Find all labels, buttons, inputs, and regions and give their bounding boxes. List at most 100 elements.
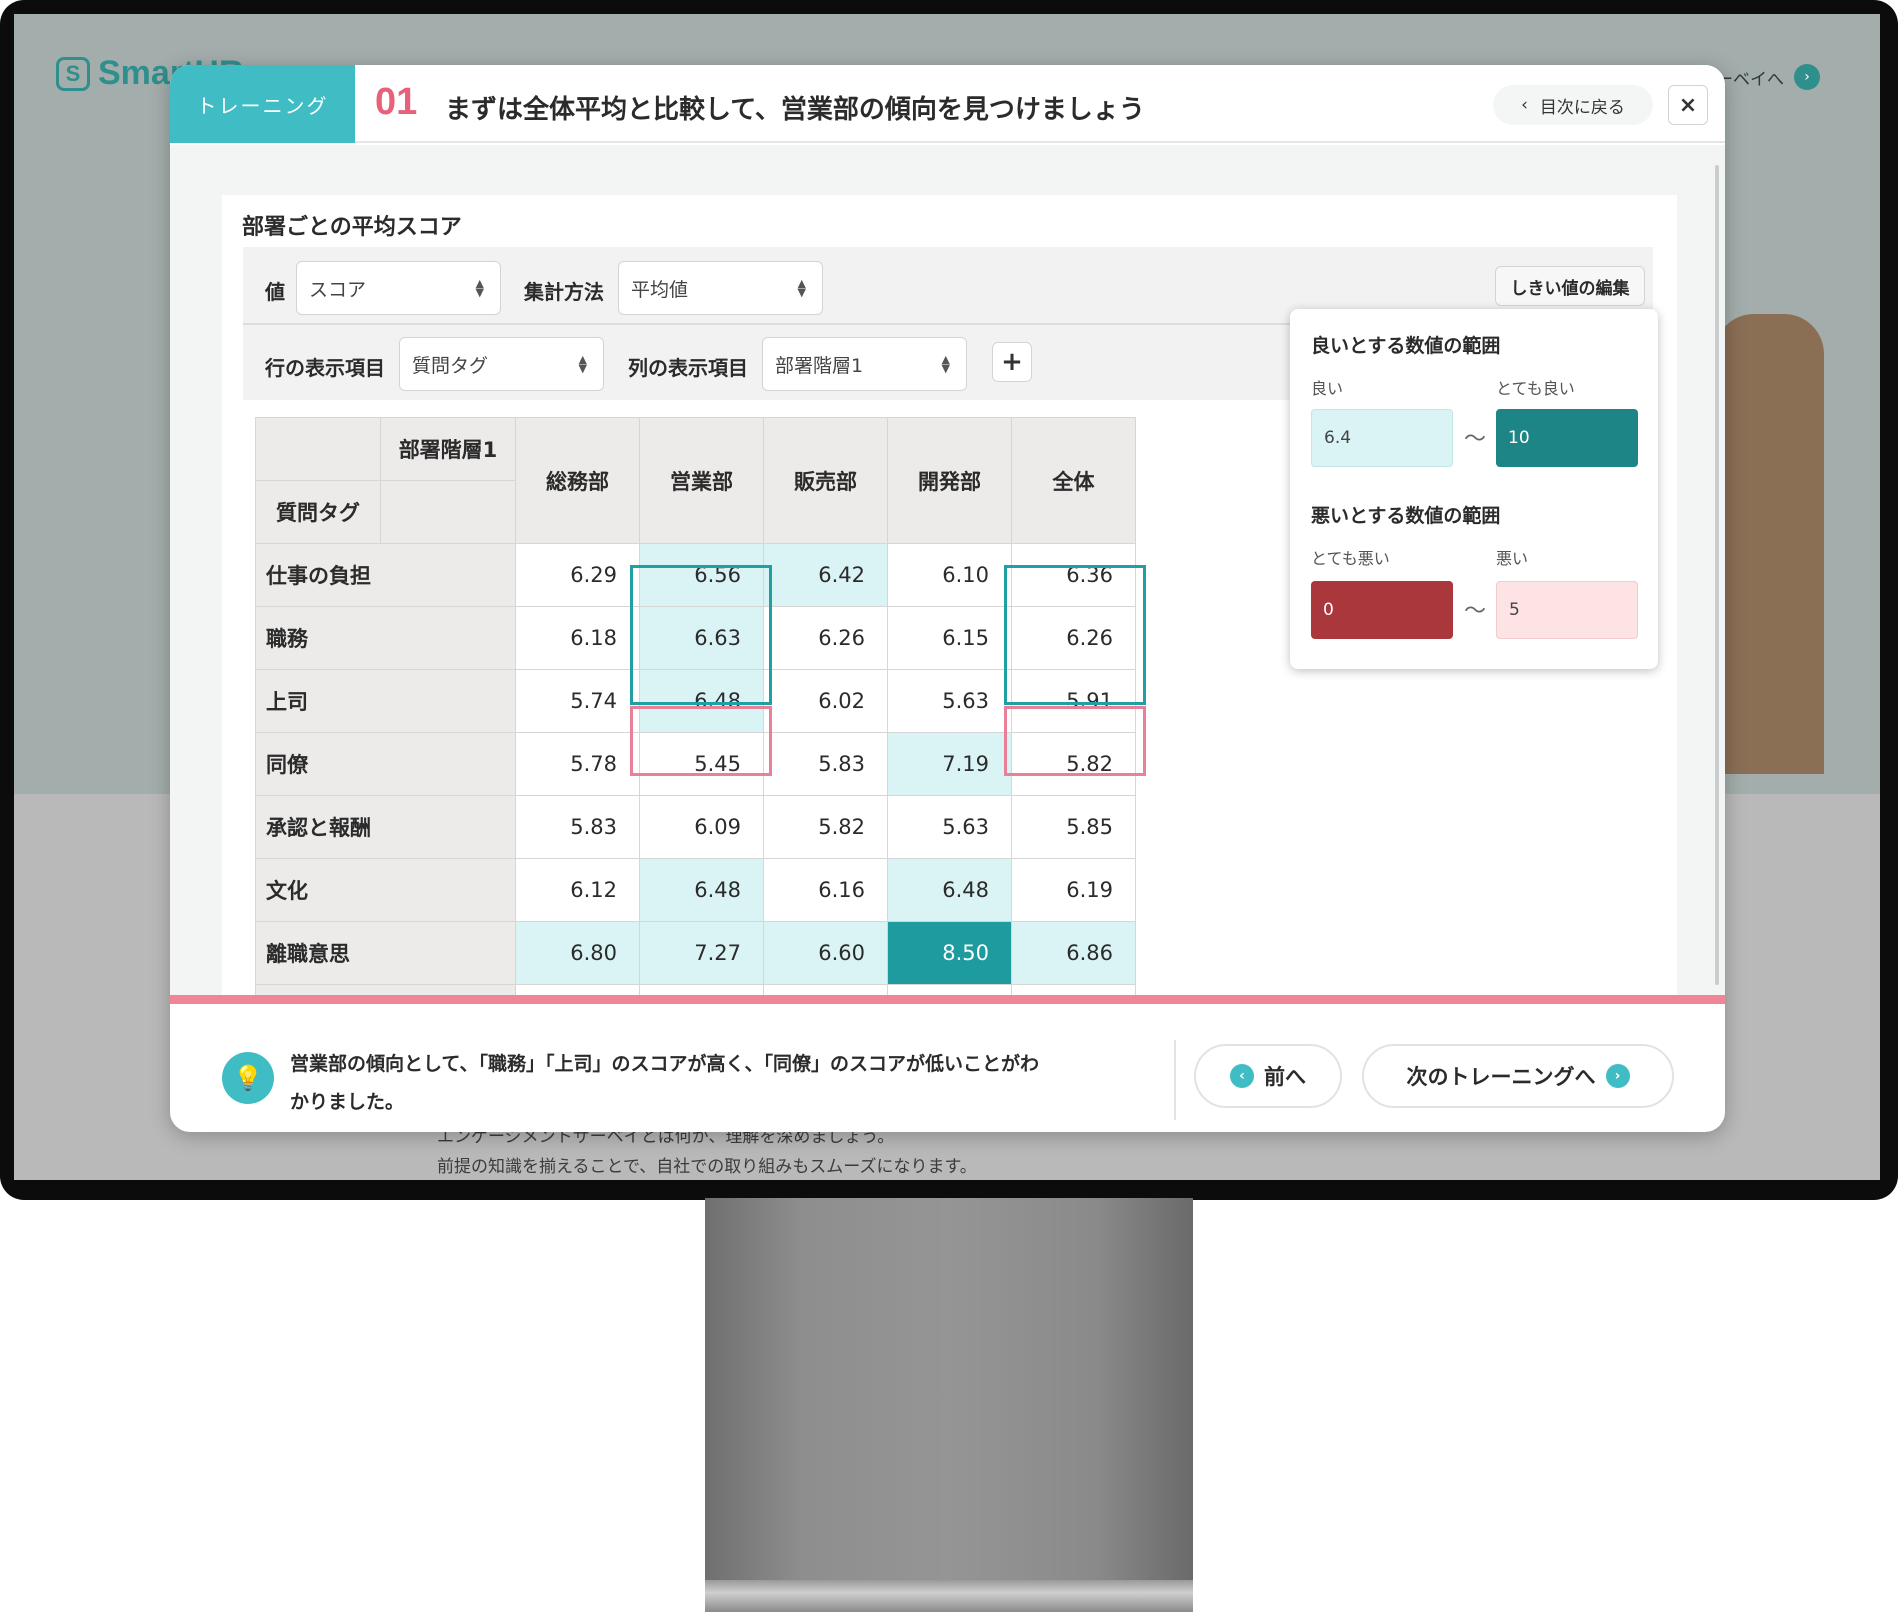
monitor-stand [705, 1198, 1193, 1610]
add-dimension-button[interactable]: + [992, 342, 1032, 382]
select-arrows-icon: ▲ ▼ [578, 353, 587, 375]
column-dimension-header: 部署階層1 [381, 418, 516, 481]
column-display-select[interactable]: 部署階層1 ▲ ▼ [762, 337, 967, 391]
lightbulb-icon: 💡 [222, 1052, 274, 1104]
score-cell: 5.85 [1012, 796, 1136, 859]
modal-header: トレーニング 01 まずは全体平均と比較して、営業部の傾向を見つけましょう ‹ … [170, 65, 1725, 143]
background-body-line: 前提の知識を揃えることで、自社での取り組みもスムーズになります。 [437, 1157, 977, 1177]
chevron-left-icon: ‹ [1230, 1064, 1254, 1088]
score-cell: 6.16 [764, 859, 888, 922]
score-cell: 6.48 [888, 859, 1012, 922]
next-training-button[interactable]: 次のトレーニングへ › [1362, 1044, 1674, 1108]
score-cell: 6.07 [516, 985, 640, 1048]
chevron-left-icon: ‹ [1521, 95, 1528, 115]
score-cell: 6.29 [516, 544, 640, 607]
score-cell: 6.80 [516, 922, 640, 985]
column-display-label: 列の表示項目 [628, 356, 748, 380]
score-cell: 6.15 [888, 607, 1012, 670]
highlight-box-high [630, 565, 772, 705]
select-arrows-icon: ▲ ▼ [475, 277, 484, 299]
score-cell: 5.63 [888, 670, 1012, 733]
row-dimension-header: 質問タグ [256, 481, 381, 544]
score-cell: 8.50 [888, 922, 1012, 985]
row-header: 上司 [256, 670, 516, 733]
column-header[interactable]: 開発部 [888, 418, 1012, 544]
very-bad-threshold-input[interactable]: 0 [1311, 581, 1453, 639]
good-threshold-input[interactable]: 6.4 [1311, 409, 1453, 467]
close-icon: × [1678, 92, 1698, 118]
score-cell: 6.86 [1012, 922, 1136, 985]
very-bad-label: とても悪い [1311, 549, 1390, 568]
column-header[interactable]: 販売部 [764, 418, 888, 544]
back-to-toc-label: 目次に戻る [1539, 97, 1625, 118]
row-header: 同僚 [256, 733, 516, 796]
close-button[interactable]: × [1668, 85, 1708, 125]
select-arrows-icon: ▲ ▼ [941, 353, 950, 375]
bad-range-title: 悪いとする数値の範囲 [1311, 505, 1501, 527]
prev-button[interactable]: ‹ 前へ [1194, 1044, 1342, 1108]
chevron-right-icon: › [1605, 1064, 1630, 1088]
table-row: 離職意思 6.80 7.27 6.60 8.50 6.86 [256, 922, 1136, 985]
value-select[interactable]: スコア ▲ ▼ [296, 261, 501, 315]
footer-divider [1174, 1040, 1176, 1120]
row-header: 合計 [256, 985, 516, 1048]
score-cell: 6.38 [640, 985, 764, 1048]
score-cell: 6.09 [640, 796, 764, 859]
score-cell: 6.30 [888, 985, 1012, 1048]
scrollbar[interactable] [1715, 165, 1719, 985]
illustration-figure [1714, 314, 1824, 774]
aggregation-select[interactable]: 平均値 ▲ ▼ [618, 261, 823, 315]
score-cell: 6.12 [516, 859, 640, 922]
score-cell: 6.19 [1012, 859, 1136, 922]
highlight-box-low [1004, 706, 1146, 776]
score-cell: 6.02 [764, 670, 888, 733]
table-header-row: 部署階層1 総務部 営業部 販売部 開発部 全体 [256, 418, 1136, 481]
value-select-text: スコア [309, 278, 367, 301]
row-display-select-text: 質問タグ [412, 354, 489, 377]
score-cell: 6.18 [516, 607, 640, 670]
monitor-bezel: S SmartHR 従業員サーベイへ › エンゲージメントサーベイとは何か、理解… [0, 0, 1898, 1200]
score-cell: 7.19 [888, 733, 1012, 796]
range-tilde: 〜 [1464, 599, 1487, 624]
score-cell: 5.83 [516, 796, 640, 859]
edit-threshold-button[interactable]: しきい値の編集 [1495, 266, 1645, 306]
aggregation-label: 集計方法 [524, 280, 604, 304]
corner-cell [256, 418, 381, 481]
very-good-threshold-input[interactable]: 10 [1496, 409, 1638, 467]
column-header[interactable]: 営業部 [640, 418, 764, 544]
score-cell: 7.27 [640, 922, 764, 985]
table-row: 文化 6.12 6.48 6.16 6.48 6.19 [256, 859, 1136, 922]
hint-text: 営業部の傾向として、「職務」「上司」のスコアが高く、「同僚」のスコアが低いことが… [290, 1045, 1170, 1121]
good-range-title: 良いとする数値の範囲 [1311, 335, 1501, 357]
score-cell: 6.17 [764, 985, 888, 1048]
step-number: 01 [375, 81, 418, 123]
row-header: 仕事の負担 [256, 544, 516, 607]
corner-cell [381, 481, 516, 544]
table-row: 合計 6.07 6.38 6.17 6.30 6.15 [256, 985, 1136, 1048]
column-header[interactable]: 総務部 [516, 418, 640, 544]
bad-threshold-input[interactable]: 5 [1496, 581, 1638, 639]
good-label: 良い [1311, 379, 1344, 398]
card-title: 部署ごとの平均スコア [242, 215, 462, 240]
score-cell: 6.60 [764, 922, 888, 985]
table-row: 承認と報酬 5.83 6.09 5.82 5.63 5.85 [256, 796, 1136, 859]
score-cell: 6.15 [1012, 985, 1136, 1048]
column-header[interactable]: 全体 [1012, 418, 1136, 544]
next-label: 次のトレーニングへ [1406, 1065, 1596, 1089]
back-to-toc-button[interactable]: ‹ 目次に戻る [1493, 85, 1653, 125]
row-header: 承認と報酬 [256, 796, 516, 859]
row-display-label: 行の表示項目 [265, 356, 385, 380]
score-cell: 6.10 [888, 544, 1012, 607]
select-arrows-icon: ▲ ▼ [797, 277, 806, 299]
aggregation-select-text: 平均値 [631, 278, 689, 301]
score-cell: 6.42 [764, 544, 888, 607]
hint-line: かりました。 [290, 1091, 405, 1113]
highlight-box-high [1004, 565, 1146, 705]
row-display-select[interactable]: 質問タグ ▲ ▼ [399, 337, 604, 391]
score-cell: 5.78 [516, 733, 640, 796]
row-header: 文化 [256, 859, 516, 922]
prev-label: 前へ [1264, 1065, 1306, 1089]
hint-line: 営業部の傾向として、「職務」「上司」のスコアが高く、「同僚」のスコアが低いことが… [290, 1053, 1039, 1075]
bad-label: 悪い [1496, 549, 1529, 568]
column-display-select-text: 部署階層1 [775, 354, 864, 377]
